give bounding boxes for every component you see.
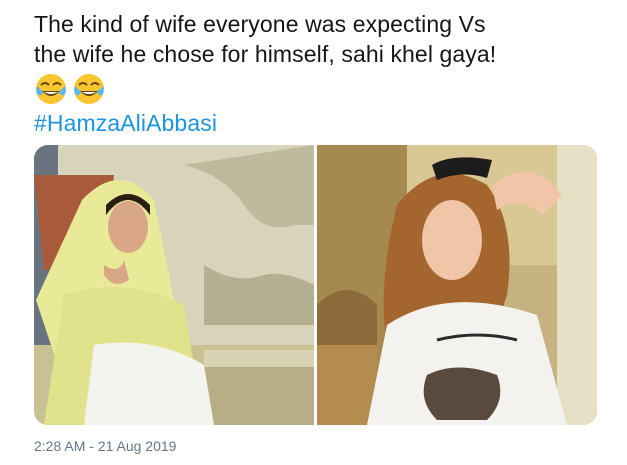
tweet-card: The kind of wife everyone was expecting … xyxy=(0,0,627,465)
hashtag-link[interactable]: #HamzaAliAbbasi xyxy=(34,108,614,138)
tweet-text: The kind of wife everyone was expecting … xyxy=(34,9,614,138)
photo-woman-yellow-dupatta[interactable] xyxy=(34,145,314,425)
face-with-tears-of-joy-icon xyxy=(72,72,106,106)
photo-woman-sunglasses-white-tshirt[interactable] xyxy=(317,145,597,425)
face-with-tears-of-joy-icon xyxy=(34,72,68,106)
emoji-row xyxy=(34,72,614,106)
tweet-media xyxy=(34,145,597,425)
tweet-text-line-2: the wife he chose for himself, sahi khel… xyxy=(34,41,497,67)
tweet-text-line-1: The kind of wife everyone was expecting … xyxy=(34,11,486,37)
tweet-timestamp[interactable]: 2:28 AM - 21 Aug 2019 xyxy=(34,438,176,454)
